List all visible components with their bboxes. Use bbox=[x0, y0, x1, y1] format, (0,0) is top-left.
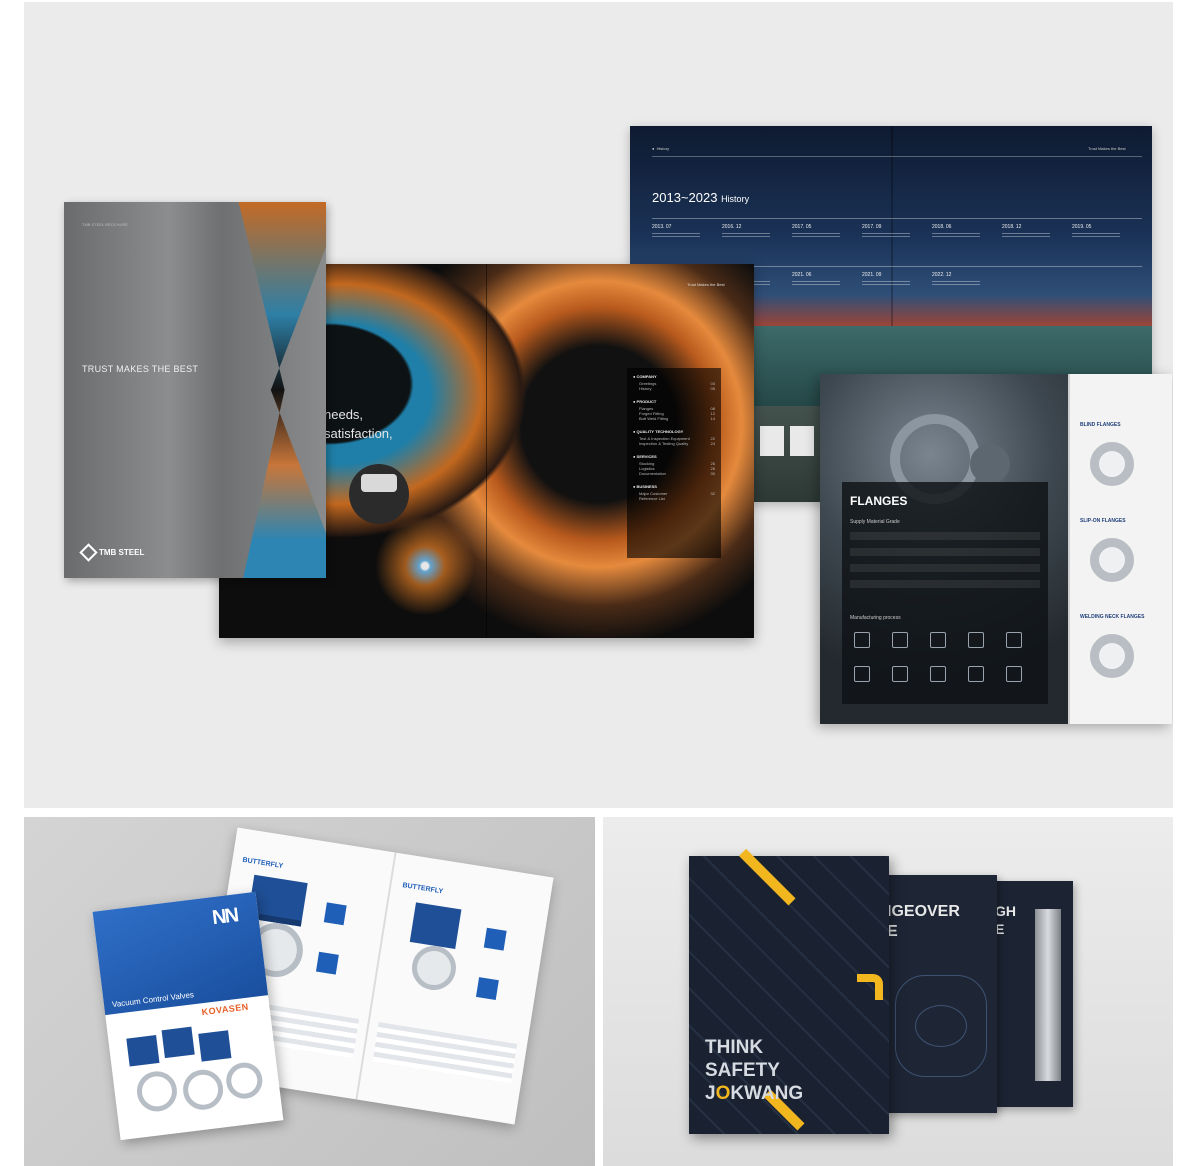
sensor-image bbox=[1035, 909, 1061, 1081]
flange-products: BLIND FLANGES SLIP-ON FLANGES WELDING NECK… bbox=[1080, 422, 1168, 712]
cover-headline-line: THINK bbox=[705, 1037, 764, 1058]
cover-headline-line: JOKWANG bbox=[705, 1083, 804, 1104]
toc-section[interactable]: ● SERVICES Stocking 26 Logistics 28 Documenta… bbox=[633, 454, 715, 476]
tmb-cover: TMB STEEL BROCHURE TRUST MAKES THE BEST … bbox=[64, 202, 326, 578]
history-year: 2017. 05 bbox=[792, 224, 840, 239]
kovasen-cover: NN Vacuum Control Valves KOVASEN bbox=[92, 891, 284, 1141]
process-step-icon bbox=[968, 666, 984, 682]
process-step-icon bbox=[854, 632, 870, 648]
process-step-icon bbox=[892, 666, 908, 682]
cover-valves-image bbox=[126, 1019, 266, 1124]
jokwang-mockup-panel: GH E IGEOVER E THINK SAFETY JOKWANG bbox=[603, 817, 1173, 1166]
cover-headline-line: SAFETY bbox=[705, 1060, 780, 1081]
kovasen-logo-mark: NN bbox=[210, 904, 239, 930]
flange-product: WELDING NECK FLANGES bbox=[1080, 614, 1168, 678]
table-of-contents: ● COMPANY Greetings 03 History 05 ● PRODUCT Fl… bbox=[627, 368, 721, 558]
history-year: 2017. 09 bbox=[862, 224, 910, 239]
process-step-icon bbox=[892, 632, 908, 648]
flanges-subtitle: Supply Material Grade bbox=[850, 519, 900, 525]
welding-header-right: Trust Makes the Best bbox=[687, 282, 725, 287]
history-years-row-1: 2013. 07 2016. 12 2017. 05 2017. 09 2018. 06… bbox=[652, 224, 1142, 254]
jokwang-back-brochure-2: GH E bbox=[991, 881, 1073, 1107]
history-year: 2018. 06 bbox=[932, 224, 980, 239]
manufacturing-process bbox=[850, 628, 1040, 698]
history-year: 2016. 12 bbox=[722, 224, 770, 239]
toc-section[interactable]: ● COMPANY Greetings 03 History 05 bbox=[633, 374, 715, 391]
spread-label-right: BUTTERFLY bbox=[401, 882, 444, 896]
flanges-title: FLANGES bbox=[850, 494, 908, 508]
welding-headline-1: needs, bbox=[324, 407, 364, 422]
flange-product: BLIND FLANGES bbox=[1080, 422, 1168, 486]
jokwang-back-brochure-1: IGEOVER E bbox=[885, 875, 997, 1113]
jokwang-cover: THINK SAFETY JOKWANG bbox=[689, 848, 889, 1134]
process-step-icon bbox=[1006, 632, 1022, 648]
history-subtitle: History bbox=[721, 194, 750, 204]
flanges-info-panel: FLANGES Supply Material Grade Manufactur… bbox=[842, 482, 1048, 704]
cover-logo: TMB STEEL bbox=[79, 543, 144, 562]
history-year: 2022. 12 bbox=[932, 272, 980, 287]
back-title-1: IGEOVER bbox=[887, 903, 960, 920]
history-title: 2013~2023 bbox=[652, 190, 718, 205]
flange-product: SLIP-ON FLANGES bbox=[1080, 518, 1168, 582]
welding-headline-2: satisfaction, bbox=[324, 426, 393, 441]
kovasen-brand: KOVASEN bbox=[201, 1001, 250, 1018]
back-title-3: GH bbox=[995, 903, 1016, 919]
process-step-icon bbox=[930, 632, 946, 648]
toc-section[interactable]: ● BUSINESS Major Customer 32 Reference List bbox=[633, 484, 715, 501]
yellow-corner bbox=[857, 974, 883, 1000]
valve-image-2 bbox=[409, 902, 462, 950]
cover-headline: THINK SAFETY JOKWANG bbox=[705, 1036, 803, 1105]
history-year: 2021. 06 bbox=[792, 272, 840, 287]
spread-label-left: BUTTERFLY bbox=[241, 856, 284, 871]
cover-small-header: TMB STEEL BROCHURE bbox=[82, 222, 129, 227]
tmb-logo-icon bbox=[79, 543, 98, 562]
process-step-icon bbox=[930, 666, 946, 682]
process-step-icon bbox=[1006, 666, 1022, 682]
top-mockup-panel: ● History Trust Makes the Best 2013~2023… bbox=[24, 2, 1173, 808]
flanges-spread: FLANGES Supply Material Grade Manufactur… bbox=[820, 374, 1172, 724]
toc-section[interactable]: ● PRODUCT Flanges 08 Forged Fitting 12 Butt W… bbox=[633, 399, 715, 421]
history-header-right: Trust Makes the Best bbox=[1088, 146, 1126, 151]
cover-photo-cutout bbox=[238, 202, 326, 578]
cover-tagline: TRUST MAKES THE BEST bbox=[82, 364, 199, 374]
toc-section[interactable]: ● QUALITY TECHNOLOGY Test & Inspection Eq… bbox=[633, 429, 715, 446]
history-year: 2013. 07 bbox=[652, 224, 700, 239]
history-year: 2021. 09 bbox=[862, 272, 910, 287]
process-step-icon bbox=[854, 666, 870, 682]
flanges-process-title: Manufacturing process bbox=[850, 615, 901, 621]
kovasen-mockup-panel: BUTTERFLY BUTTERFLY NN Vacuum Control Va… bbox=[24, 817, 595, 1166]
process-step-icon bbox=[968, 632, 984, 648]
history-year: 2019. 05 bbox=[1072, 224, 1120, 239]
history-year: 2018. 12 bbox=[1002, 224, 1050, 239]
